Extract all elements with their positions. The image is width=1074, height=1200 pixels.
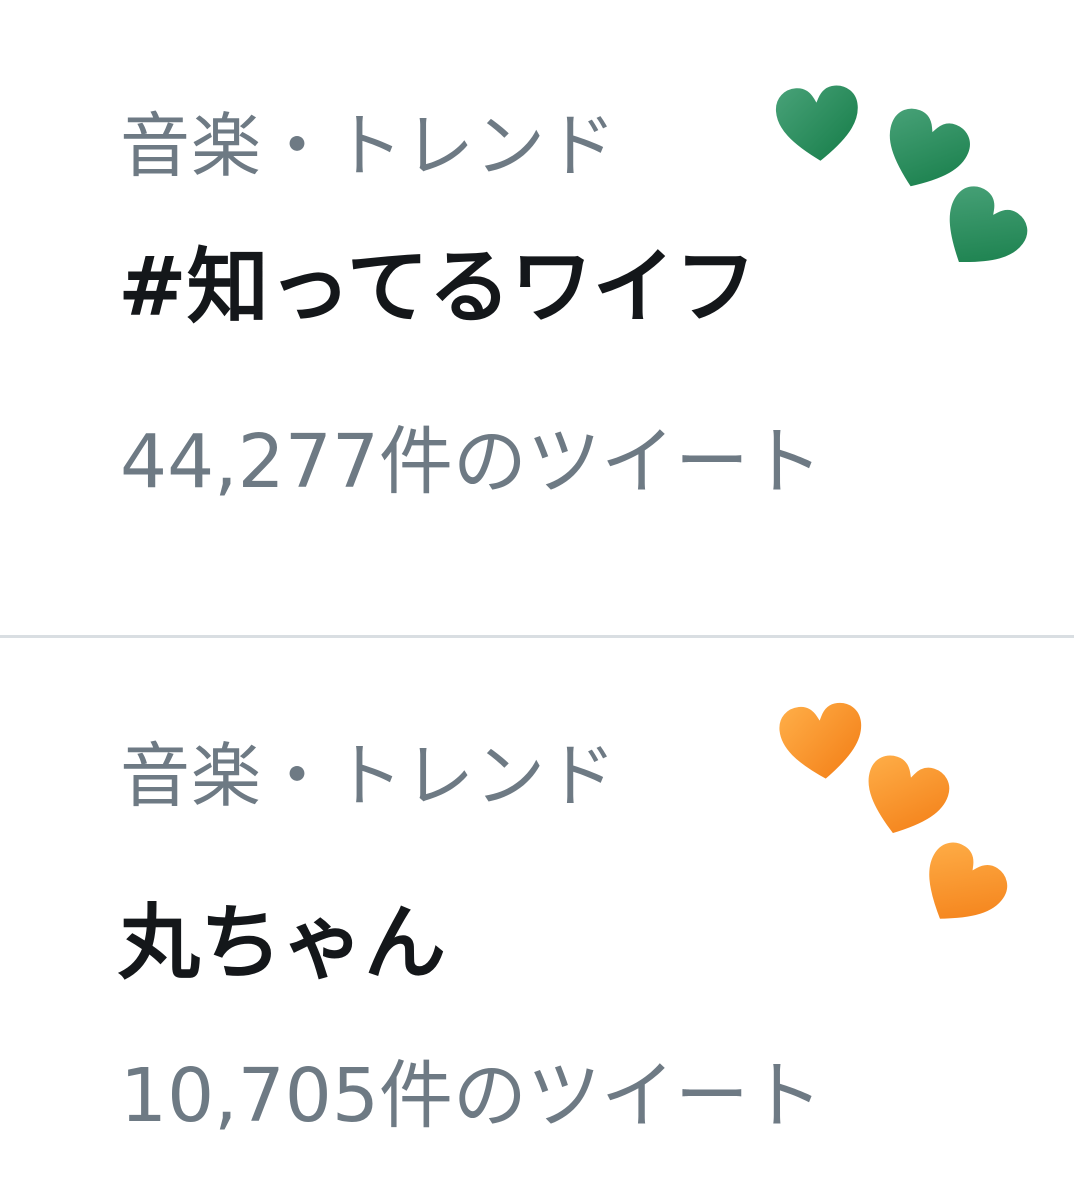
- trend-category: 音楽・トレンド: [120, 735, 617, 817]
- trend-title: #知ってるワイフ: [118, 240, 757, 335]
- trend-item[interactable]: 音楽・トレンド 丸ちゃん 10,705件のツイート: [0, 638, 1074, 1200]
- trend-tweet-count: 10,705件のツイート: [120, 1053, 823, 1139]
- trend-category: 音楽・トレンド: [120, 105, 617, 187]
- trend-tweet-count: 44,277件のツイート: [120, 419, 823, 505]
- orange-heart-icon: [772, 695, 872, 790]
- trend-item[interactable]: 音楽・トレンド #知ってるワイフ 44,277件のツイート: [0, 0, 1074, 636]
- green-heart-icon: [769, 79, 867, 171]
- trend-title: 丸ちゃん: [118, 896, 447, 991]
